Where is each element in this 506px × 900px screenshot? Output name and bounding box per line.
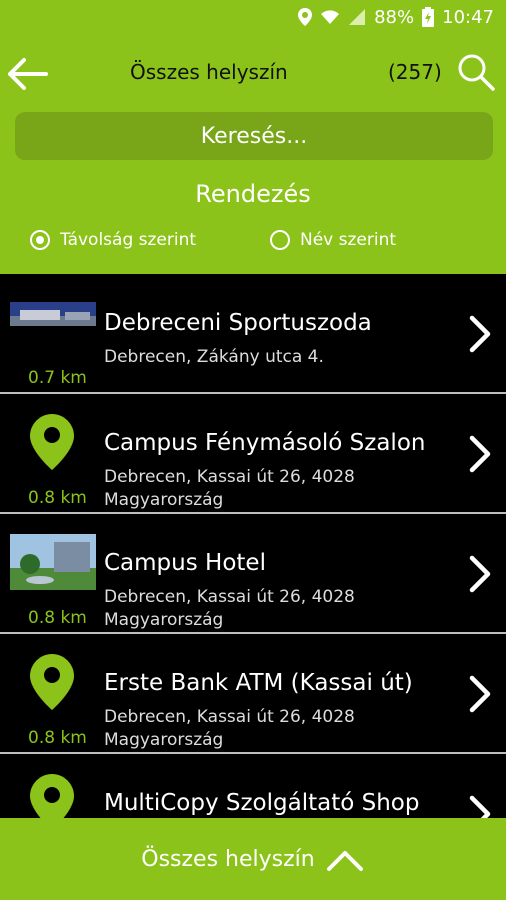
chevron-right-icon	[469, 315, 491, 353]
clock: 10:47	[442, 6, 494, 28]
location-address: Debrecen, Kassai út 26, 4028 Magyarorszá…	[104, 707, 355, 750]
arrow-left-icon	[8, 58, 48, 90]
distance-label: 0.7 km	[28, 368, 87, 388]
radio-label: Távolság szerint	[60, 230, 197, 250]
chevron-up-icon	[326, 851, 363, 871]
location-list: 0.7 km Debreceni Sportuszoda Debrecen, Z…	[0, 274, 506, 874]
location-count: (257)	[388, 60, 442, 84]
bottom-bar[interactable]: Összes helyszín	[0, 818, 506, 900]
battery-percent: 88%	[374, 6, 415, 28]
radio-label: Név szerint	[300, 230, 397, 250]
search-input[interactable]: Keresés...	[15, 112, 493, 160]
distance-label: 0.8 km	[28, 608, 87, 628]
list-item[interactable]: 0.8 km Erste Bank ATM (Kassai út) Debrec…	[0, 634, 506, 754]
header: Összes helyszín (257) Keresés... Rendezé…	[0, 34, 506, 274]
chevron-right-icon	[469, 555, 491, 593]
radio-unchecked-icon	[270, 230, 290, 250]
chevron-right-icon	[469, 675, 491, 713]
location-name: Debreceni Sportuszoda	[104, 310, 372, 336]
page-title: Összes helyszín	[130, 60, 288, 84]
photo-thumbnail	[10, 302, 96, 326]
photo-thumbnail	[10, 534, 96, 590]
sort-by-distance-radio[interactable]: Távolság szerint	[30, 230, 196, 250]
map-pin-icon	[30, 654, 74, 710]
location-address: Debrecen, Kassai út 26, 4028 Magyarorszá…	[104, 467, 355, 510]
back-button[interactable]	[2, 54, 52, 94]
location-name: Campus Fénymásoló Szalon	[104, 430, 426, 456]
location-address: Debrecen, Zákány utca 4.	[104, 347, 324, 367]
map-pin-icon	[30, 414, 74, 470]
location-name: Erste Bank ATM (Kassai út)	[104, 670, 413, 696]
search-icon	[458, 54, 495, 91]
sort-by-name-radio[interactable]: Név szerint	[270, 230, 396, 250]
status-bar: 88% 10:47	[0, 0, 506, 34]
radio-checked-icon	[30, 230, 50, 250]
wifi-icon	[320, 8, 340, 26]
distance-label: 0.8 km	[28, 488, 87, 508]
list-item[interactable]: 0.7 km Debreceni Sportuszoda Debrecen, Z…	[0, 274, 506, 394]
sort-heading: Rendezés	[195, 180, 311, 208]
search-button[interactable]	[456, 52, 496, 92]
signal-icon	[348, 8, 366, 26]
location-name: MultiCopy Szolgáltató Shop	[104, 790, 420, 816]
bottom-bar-label: Összes helyszín	[141, 846, 315, 872]
list-item[interactable]: 0.8 km Campus Fénymásoló Szalon Debrecen…	[0, 394, 506, 514]
battery-charging-icon	[422, 7, 435, 27]
distance-label: 0.8 km	[28, 728, 87, 748]
location-address: Debrecen, Kassai út 26, 4028 Magyarorszá…	[104, 587, 355, 630]
location-name: Campus Hotel	[104, 550, 266, 576]
list-item[interactable]: 0.8 km Campus Hotel Debrecen, Kassai út …	[0, 514, 506, 634]
location-icon	[298, 8, 313, 26]
chevron-right-icon	[469, 435, 491, 473]
